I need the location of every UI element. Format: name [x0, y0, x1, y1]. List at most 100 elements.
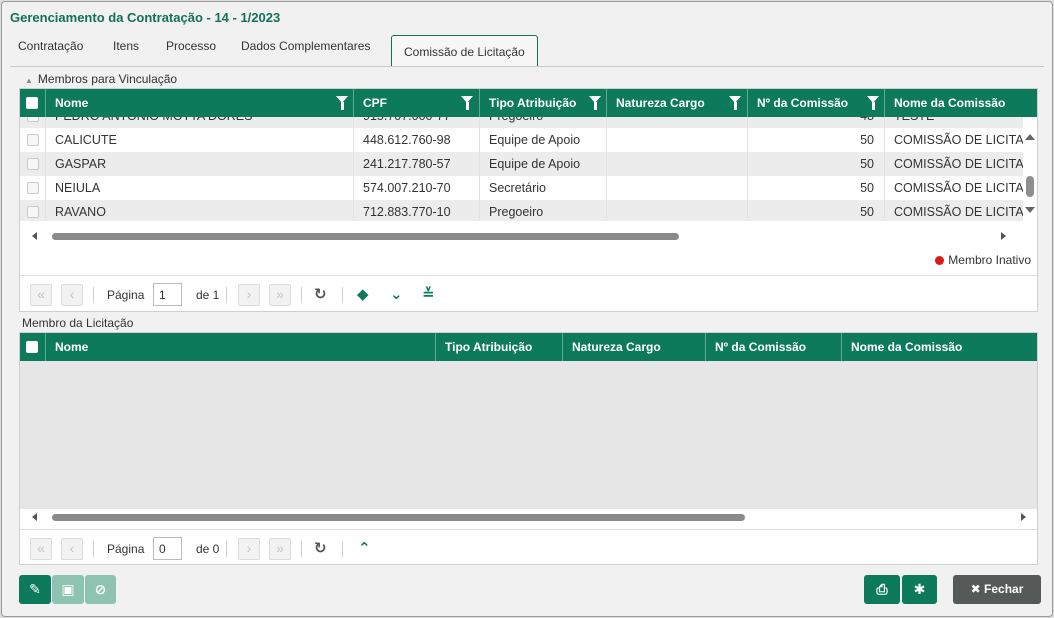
col-nome-label: Nome	[55, 96, 89, 110]
scroll-up-icon[interactable]	[1025, 134, 1035, 140]
scroll-down-icon[interactable]	[1025, 207, 1035, 213]
cell-comissao: 50	[747, 200, 884, 221]
row-checkbox[interactable]	[27, 134, 39, 146]
cell-nome: GASPAR	[45, 152, 353, 176]
next-page-icon[interactable]: ›	[238, 538, 260, 560]
edit-icon: ✎	[29, 581, 41, 597]
tab-dados-complementares[interactable]: Dados Complementares	[241, 39, 370, 53]
filter-icon[interactable]	[867, 96, 879, 110]
prev-page-icon[interactable]: ‹	[61, 284, 83, 306]
scroll-thumb[interactable]	[1026, 176, 1034, 197]
tab-contratacao[interactable]: Contratação	[18, 39, 83, 53]
chevron-down-icon[interactable]: ⌄	[390, 285, 403, 303]
col-numero-label: Nº da Comissão	[757, 96, 849, 110]
cell-tipo: Pregoeiro	[479, 117, 606, 128]
close-icon: ✖	[970, 582, 981, 596]
row-check-cell	[20, 117, 45, 128]
cell-cpf: 241.217.780-57	[353, 152, 479, 176]
page-total: de 1	[196, 288, 220, 302]
col-nome-comissao[interactable]: Nome da Comissão	[841, 333, 1037, 361]
double-chevron-down-icon[interactable]: ≚	[422, 285, 435, 303]
refresh-icon[interactable]: ↻	[314, 539, 327, 557]
cell-nome-comissao: TESTE	[884, 117, 1023, 128]
row-checkbox[interactable]	[27, 117, 39, 122]
select-all-checkbox[interactable]	[26, 97, 38, 109]
cancel-button[interactable]: ⊘	[85, 575, 116, 604]
cell-cpf: 915.707.000-77	[353, 117, 479, 128]
scroll-right-icon[interactable]	[1001, 232, 1006, 240]
close-label: Fechar	[984, 582, 1024, 596]
page-total: de 0	[196, 542, 220, 556]
col-nome-comissao-label: Nome da Comissão	[894, 96, 1006, 110]
eraser-icon[interactable]: ◆	[357, 285, 369, 303]
pager-divider	[93, 541, 94, 557]
cell-tipo: Secretário	[479, 176, 606, 200]
refresh-icon[interactable]: ↻	[314, 285, 327, 303]
save-button[interactable]: ▣	[52, 575, 84, 604]
print-icon: ⎙	[876, 581, 888, 597]
col-numero-comissao[interactable]: Nº da Comissão	[747, 89, 884, 117]
page-input[interactable]: 0	[153, 537, 182, 560]
members-section-label[interactable]: ▲ Membros para Vinculação	[25, 72, 177, 86]
row-checkbox[interactable]	[27, 206, 39, 218]
col-tipo-atribuicao[interactable]: Tipo Atribuição	[435, 333, 562, 361]
table-row[interactable]: RAVANO 712.883.770-10 Pregoeiro 50 COMIS…	[20, 200, 1023, 221]
members-horizontal-scrollbar[interactable]	[20, 228, 1037, 244]
filter-icon[interactable]	[461, 96, 473, 110]
col-tipo-atribuicao[interactable]: Tipo Atribuição	[479, 89, 606, 117]
table-row[interactable]: NEIULA 574.007.210-70 Secretário 50 COMI…	[20, 176, 1023, 200]
cell-natureza	[606, 200, 747, 221]
members-vertical-scrollbar[interactable]	[1023, 129, 1037, 213]
edit-button[interactable]: ✎	[19, 575, 51, 604]
last-page-icon[interactable]: »	[269, 284, 291, 306]
row-check-cell	[20, 128, 45, 152]
col-natureza-cargo[interactable]: Natureza Cargo	[562, 333, 705, 361]
collapse-icon[interactable]: ▲	[25, 76, 33, 85]
col-nome[interactable]: Nome	[45, 333, 435, 361]
scroll-right-icon[interactable]	[1021, 513, 1026, 521]
scroll-thumb[interactable]	[52, 514, 745, 521]
scroll-left-icon[interactable]	[32, 513, 37, 521]
double-chevron-up-icon[interactable]: ⌃	[358, 539, 371, 557]
tab-itens[interactable]: Itens	[113, 39, 139, 53]
members-section-title: Membros para Vinculação	[37, 72, 178, 86]
print-button[interactable]: ⎙	[864, 575, 900, 604]
cell-comissao: 50	[747, 176, 884, 200]
filter-icon[interactable]	[589, 96, 601, 110]
cell-nome-comissao: COMISSÃO DE LICITAÇÃO	[884, 176, 1023, 200]
table-row[interactable]: GASPAR 241.217.780-57 Equipe de Apoio 50…	[20, 152, 1023, 176]
table-row[interactable]: PEDRO ANTONIO MOTTA DORES 915.707.000-77…	[20, 117, 1023, 128]
tab-comissao-licitacao[interactable]: Comissão de Licitação	[391, 35, 538, 67]
select-all-cell	[20, 333, 45, 361]
filter-icon[interactable]	[729, 96, 741, 110]
scroll-thumb[interactable]	[52, 233, 679, 240]
tab-processo[interactable]: Processo	[166, 39, 216, 53]
cell-natureza	[606, 117, 747, 128]
next-page-icon[interactable]: ›	[238, 284, 260, 306]
col-numero-comissao[interactable]: Nº da Comissão	[705, 333, 841, 361]
select-all-checkbox[interactable]	[26, 341, 38, 353]
members-grid-body: PEDRO ANTONIO MOTTA DORES 915.707.000-77…	[20, 117, 1023, 221]
first-page-icon[interactable]: «	[30, 284, 52, 306]
col-nome-comissao[interactable]: Nome da Comissão	[884, 89, 1037, 117]
row-checkbox[interactable]	[27, 182, 39, 194]
last-page-icon[interactable]: »	[269, 538, 291, 560]
col-nome[interactable]: Nome	[45, 89, 353, 117]
col-cpf[interactable]: CPF	[353, 89, 479, 117]
table-row[interactable]: CALICUTE 448.612.760-98 Equipe de Apoio …	[20, 128, 1023, 152]
licitacao-section-title: Membro da Licitação	[22, 316, 134, 330]
col-natureza-cargo[interactable]: Natureza Cargo	[606, 89, 747, 117]
cell-cpf: 574.007.210-70	[353, 176, 479, 200]
filter-icon[interactable]	[336, 96, 348, 110]
scroll-left-icon[interactable]	[32, 232, 37, 240]
prev-page-icon[interactable]: ‹	[61, 538, 83, 560]
licitacao-horizontal-scrollbar[interactable]	[20, 509, 1037, 525]
first-page-icon[interactable]: «	[30, 538, 52, 560]
page-input[interactable]: 1	[153, 283, 182, 306]
close-button[interactable]: ✖ Fechar	[953, 575, 1041, 604]
cell-nome: CALICUTE	[45, 128, 353, 152]
cancel-icon: ⊘	[94, 581, 107, 597]
row-checkbox[interactable]	[27, 158, 39, 170]
settings-button[interactable]: ✱	[902, 575, 937, 604]
cell-nome: NEIULA	[45, 176, 353, 200]
